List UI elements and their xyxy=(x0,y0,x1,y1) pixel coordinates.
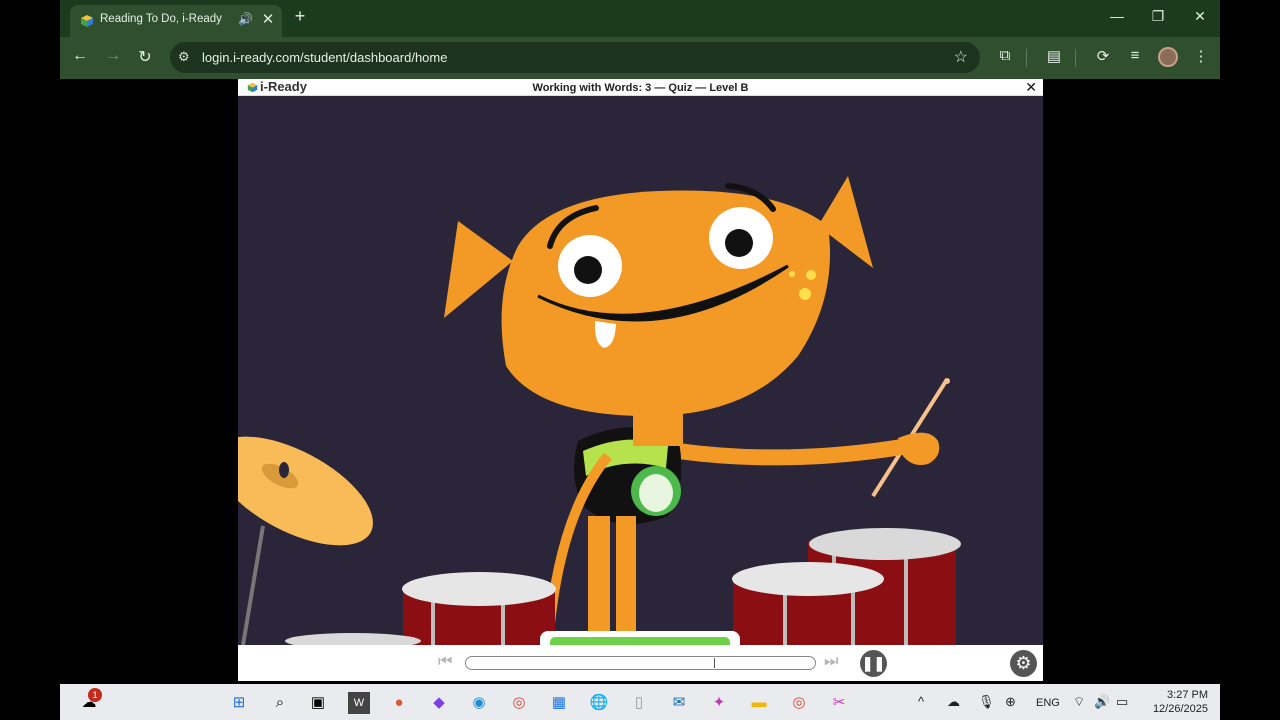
wifi-icon[interactable]: ⌔ xyxy=(1073,694,1085,710)
forward-arrow-icon[interactable]: → xyxy=(102,47,124,65)
gear-icon[interactable]: ⚙ xyxy=(1010,650,1037,677)
player-controls: ⏮ ⏭ ❚❚ ⚙ xyxy=(238,645,1043,681)
iready-favicon-icon xyxy=(81,15,93,27)
performance-icon[interactable]: ⟳ xyxy=(1092,47,1114,65)
freckle xyxy=(799,288,811,300)
location-icon[interactable]: ⊕ xyxy=(1005,694,1016,710)
lesson-close-button[interactable]: ✕ xyxy=(1025,79,1037,96)
drum-right-back-head xyxy=(809,528,961,560)
media-controls-icon[interactable]: ≡ xyxy=(1124,47,1146,64)
pause-icon[interactable]: ❚❚ xyxy=(860,650,887,677)
menu-kebab-icon[interactable]: ⋮ xyxy=(1190,47,1212,65)
drumstick-tip xyxy=(944,378,950,384)
back-arrow-icon[interactable]: ← xyxy=(69,47,91,65)
skip-forward-icon[interactable]: ⏭ xyxy=(824,653,838,671)
chrome-browser-icon[interactable]: ◎ xyxy=(508,692,530,714)
character-hand xyxy=(898,432,940,465)
notification-badge: 1 xyxy=(88,688,102,702)
minimize-button[interactable]: — xyxy=(1107,8,1127,24)
url-text[interactable]: login.i-ready.com/student/dashboard/home xyxy=(202,50,447,65)
restore-button[interactable]: ❐ xyxy=(1148,8,1168,25)
freckle xyxy=(806,270,816,280)
app-purple-icon[interactable]: ◆ xyxy=(428,692,450,714)
drum-left-head xyxy=(402,572,556,606)
reload-icon[interactable]: ↻ xyxy=(134,47,156,67)
progress-scrubber[interactable] xyxy=(465,656,816,670)
outlook-icon[interactable]: ✉ xyxy=(668,692,690,714)
lesson-title: Working with Words: 3 — Quiz — Level B xyxy=(532,82,749,94)
skip-back-icon[interactable]: ⏮ xyxy=(438,653,452,671)
speaker-icon[interactable]: 🔊 xyxy=(238,12,253,26)
clock-time[interactable]: 3:27 PM xyxy=(1148,689,1208,701)
edge-browser-icon[interactable]: ◉ xyxy=(468,692,490,714)
file-icon[interactable]: ▯ xyxy=(628,692,650,714)
cloud-offline-icon[interactable]: ☁ xyxy=(947,694,960,710)
progress-marker[interactable] xyxy=(713,658,715,668)
screen: Reading To Do, i-Ready 🔊 ✕ + — ❐ ✕ ← → ↻… xyxy=(0,0,1280,720)
tab-bar: Reading To Do, i-Ready 🔊 ✕ + — ❐ ✕ xyxy=(60,0,1220,37)
character-leg xyxy=(588,516,610,645)
iready-app: i-Ready Working with Words: 3 — Quiz — L… xyxy=(238,79,1043,681)
windows-taskbar: ☁ 1 ⊞ ⌕ ▣ W ● ◆ ◉ ◎ ▦ 🌐 ▯ ✉ ✦ ▬ ◎ ✂ ^ ☁ … xyxy=(60,684,1220,720)
window-close-button[interactable]: ✕ xyxy=(1190,8,1210,25)
character-left-pupil xyxy=(574,256,602,284)
profile-avatar[interactable] xyxy=(1158,47,1178,67)
browser-tab[interactable]: Reading To Do, i-Ready 🔊 ✕ xyxy=(70,5,282,37)
character-right-arm xyxy=(670,438,916,466)
volume-icon[interactable]: 🔊 xyxy=(1094,694,1110,710)
globe-app-icon[interactable]: 🌐 xyxy=(588,692,610,714)
file-explorer-icon[interactable]: ▬ xyxy=(748,692,770,714)
language-indicator[interactable]: ENG xyxy=(1036,697,1060,709)
search-icon[interactable]: ⌕ xyxy=(269,692,291,714)
new-tab-button[interactable]: + xyxy=(290,6,310,27)
start-windows-icon[interactable]: ⊞ xyxy=(228,692,250,714)
task-view-icon[interactable]: ▣ xyxy=(307,692,329,714)
character-leg xyxy=(616,516,636,645)
chrome-profile-icon[interactable]: ◎ xyxy=(788,692,810,714)
drum-right-front-head xyxy=(732,562,884,596)
microphone-icon[interactable]: 🎙 xyxy=(978,694,995,710)
toolbar-divider xyxy=(1075,49,1076,67)
battery-icon[interactable]: ▭ xyxy=(1116,694,1128,710)
freckle xyxy=(789,271,795,277)
duckduckgo-icon[interactable]: ● xyxy=(388,692,410,714)
cymbal-hole xyxy=(279,462,289,478)
tab-close-button[interactable]: ✕ xyxy=(260,10,276,28)
store-icon[interactable]: ▦ xyxy=(548,692,570,714)
app-header: i-Ready Working with Words: 3 — Quiz — L… xyxy=(238,79,1043,96)
answer-button-fill xyxy=(550,637,730,645)
word-app-icon[interactable]: W xyxy=(348,692,370,714)
tab-title: Reading To Do, i-Ready xyxy=(100,13,222,25)
character-right-pupil xyxy=(725,229,753,257)
extensions-icon[interactable]: ⧉ xyxy=(994,47,1016,64)
lesson-animation-stage[interactable] xyxy=(238,96,1043,645)
drum-far-left-head xyxy=(285,633,421,645)
browser-toolbar: ← → ↻ ⚙ login.i-ready.com/student/dashbo… xyxy=(60,37,1220,79)
address-bar[interactable]: ⚙ login.i-ready.com/student/dashboard/ho… xyxy=(170,42,980,73)
reading-mode-icon[interactable]: ▤ xyxy=(1043,47,1065,65)
toolbar-divider xyxy=(1026,49,1027,67)
clock-date[interactable]: 12/26/2025 xyxy=(1140,703,1208,715)
snipping-tool-icon[interactable]: ✂ xyxy=(828,692,850,714)
drum-pad-center xyxy=(639,474,673,512)
drummer-character-illustration xyxy=(238,176,961,645)
chevron-up-icon[interactable]: ^ xyxy=(918,694,924,709)
bookmark-star-icon[interactable]: ☆ xyxy=(954,47,968,67)
site-info-icon[interactable]: ⚙ xyxy=(178,49,190,65)
cymbal-stand xyxy=(241,525,265,645)
copilot-icon[interactable]: ✦ xyxy=(708,692,730,714)
